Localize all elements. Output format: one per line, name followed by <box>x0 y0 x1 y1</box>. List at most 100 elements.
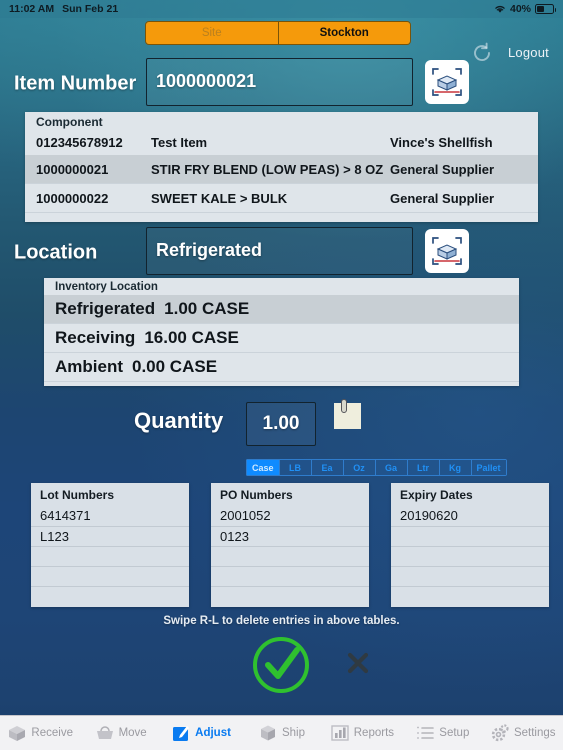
location-input[interactable]: Refrigerated <box>146 227 413 275</box>
component-id: 1000000022 <box>36 190 109 206</box>
site-segment-value[interactable]: Stockton <box>278 22 410 44</box>
list-item[interactable] <box>211 546 369 566</box>
inventory-location-qty: 0.00 CASE <box>132 357 218 376</box>
list-item[interactable] <box>391 526 549 546</box>
bottom-tab-bar[interactable]: Receive Move Adjust Ship Reports Setup S… <box>0 715 563 750</box>
site-segment-label[interactable]: Site <box>146 22 279 44</box>
quantity-label: Quantity <box>134 408 224 433</box>
unit-option-ea[interactable]: Ea <box>310 459 343 476</box>
unit-option-pallet[interactable]: Pallet <box>470 459 507 476</box>
component-table-header: Component <box>36 115 103 129</box>
status-bar: 11:02 AM Sun Feb 21 40% <box>0 0 563 18</box>
lot-numbers-title: Lot Numbers <box>40 488 115 502</box>
checkmark-circle-icon[interactable] <box>246 636 318 694</box>
wifi-icon <box>494 4 506 14</box>
component-desc: APPLES FUJI <box>151 220 390 223</box>
unit-option-kg[interactable]: Kg <box>438 459 471 476</box>
inventory-location-name: Refrigerated <box>55 299 156 318</box>
tab-label: Setup <box>439 727 470 739</box>
table-row[interactable]: 1000000031 APPLES FUJI General Produce <box>25 213 538 223</box>
closed-box-icon <box>258 723 278 743</box>
basket-icon <box>95 723 115 743</box>
header-bar: Site Stockton Logout <box>0 20 563 61</box>
inventory-location-header: Inventory Location <box>55 281 158 293</box>
list-item[interactable]: Receiving 16.00 CASE <box>44 324 519 353</box>
expiry-dates-table[interactable]: Expiry Dates 20190620 <box>391 483 549 607</box>
component-id: 1000000031 <box>25 220 151 223</box>
tab-label: Move <box>118 727 147 739</box>
tab-label: Settings <box>513 727 556 739</box>
list-item[interactable] <box>391 586 549 606</box>
tab-ship[interactable]: Ship <box>241 716 321 750</box>
inventory-location-qty: 16.00 CASE <box>144 328 239 347</box>
inventory-location-qty: 1.00 CASE <box>164 299 250 318</box>
list-item[interactable]: 0123 <box>211 526 369 546</box>
component-supplier: General Supplier <box>390 161 495 177</box>
inventory-location-name: Receiving <box>55 328 136 347</box>
tab-receive[interactable]: Receive <box>0 716 80 750</box>
component-desc: STIR FRY BLEND (LOW PEAS) > 8 OZ <box>151 161 384 177</box>
battery-icon <box>535 4 557 14</box>
lot-numbers-table[interactable]: Lot Numbers 6414371 L123 <box>31 483 189 607</box>
unit-option-oz[interactable]: Oz <box>342 459 375 476</box>
tab-adjust[interactable]: Adjust <box>161 716 241 750</box>
component-id: 012345678912 <box>36 134 123 150</box>
list-item[interactable] <box>211 586 369 606</box>
status-date: Sun Feb 21 <box>62 3 119 15</box>
item-number-row: Item Number 1000000021 <box>0 58 563 110</box>
list-item[interactable]: Refrigerated 1.00 CASE <box>44 295 519 324</box>
barcode-scan-box-icon[interactable] <box>425 60 469 104</box>
list-item[interactable] <box>31 566 189 586</box>
list-item[interactable] <box>391 546 549 566</box>
unit-option-lb[interactable]: LB <box>278 459 311 476</box>
note-clipboard-icon[interactable] <box>334 399 361 429</box>
table-row[interactable]: 1000000021 STIR FRY BLEND (LOW PEAS) > 8… <box>25 155 538 184</box>
tab-reports[interactable]: Reports <box>322 716 402 750</box>
list-item[interactable]: L123 <box>31 526 189 546</box>
inventory-location-name: Ambient <box>55 357 123 376</box>
gear-icon <box>490 723 510 743</box>
pencil-square-icon <box>171 723 191 743</box>
list-item[interactable]: 2001052 <box>211 506 369 526</box>
item-number-label: Item Number <box>14 72 137 95</box>
tab-settings[interactable]: Settings <box>483 716 563 750</box>
quantity-input[interactable]: 1.00 <box>246 402 316 446</box>
expiry-dates-title: Expiry Dates <box>400 488 473 502</box>
inventory-location-table[interactable]: Inventory Location Refrigerated 1.00 CAS… <box>44 278 519 386</box>
list-item[interactable]: 20190620 <box>391 506 549 526</box>
swipe-hint-text: Swipe R-L to delete entries in above tab… <box>163 615 400 627</box>
site-segmented-control[interactable]: Site Stockton <box>145 21 411 45</box>
component-supplier: General Supplier <box>390 190 495 206</box>
tab-move[interactable]: Move <box>80 716 160 750</box>
list-item[interactable]: 6414371 <box>31 506 189 526</box>
unit-segmented-control[interactable]: Case LB Ea Oz Ga Ltr Kg Pallet <box>246 459 507 476</box>
tab-setup[interactable]: Setup <box>402 716 482 750</box>
unit-option-case[interactable]: Case <box>246 459 279 476</box>
location-label: Location <box>14 241 98 264</box>
po-numbers-title: PO Numbers <box>220 488 293 502</box>
tab-label: Ship <box>281 727 305 739</box>
open-box-icon <box>7 723 27 743</box>
bar-chart-icon <box>330 723 350 743</box>
table-row[interactable]: 1000000022 SWEET KALE > BULK General Sup… <box>25 184 538 213</box>
list-item[interactable] <box>31 586 189 606</box>
table-row[interactable]: 012345678912 Test Item Vince's Shellfish <box>25 129 538 155</box>
item-number-input[interactable]: 1000000021 <box>146 58 413 106</box>
unit-option-ltr[interactable]: Ltr <box>406 459 439 476</box>
po-numbers-table[interactable]: PO Numbers 2001052 0123 <box>211 483 369 607</box>
close-x-icon[interactable] <box>345 650 371 676</box>
component-supplier: Vince's Shellfish <box>390 134 493 150</box>
tab-label: Receive <box>31 727 73 739</box>
list-item[interactable]: Ambient 0.00 CASE <box>44 353 519 382</box>
list-item[interactable] <box>31 546 189 566</box>
battery-percent: 40% <box>509 3 531 15</box>
barcode-scan-box-icon[interactable] <box>425 229 469 273</box>
list-icon <box>415 723 435 743</box>
unit-option-ga[interactable]: Ga <box>374 459 407 476</box>
component-table[interactable]: Component 012345678912 Test Item Vince's… <box>25 112 538 222</box>
list-item[interactable] <box>391 566 549 586</box>
component-desc: Test Item <box>151 134 208 150</box>
list-item[interactable] <box>211 566 369 586</box>
status-time: 11:02 AM <box>9 3 55 15</box>
component-id: 1000000021 <box>36 161 109 177</box>
